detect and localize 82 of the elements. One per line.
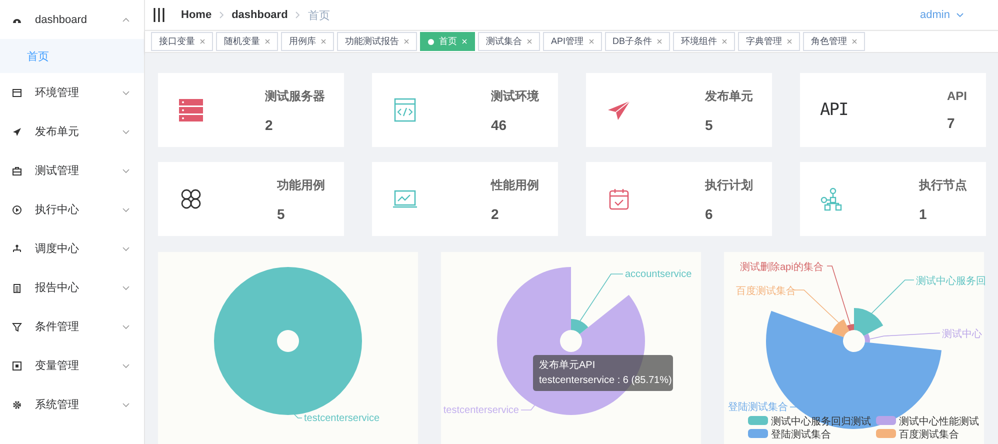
slice-label: accountservice: [625, 269, 692, 280]
menu-item[interactable]: 发布单元: [0, 112, 144, 151]
slice-label: 百度测试集合: [736, 286, 796, 297]
briefcase-icon: [12, 166, 22, 176]
menu-item[interactable]: 执行中心: [0, 190, 144, 229]
clipboard-icon: [12, 282, 22, 292]
close-icon: [404, 39, 409, 44]
slice-label: testcenterservice: [443, 405, 519, 416]
stat-value: 1: [919, 206, 928, 222]
play-icon: [12, 204, 22, 214]
hierarchy-icon: [12, 244, 22, 254]
menu-item[interactable]: 变量管理: [0, 346, 144, 385]
leader-line: [870, 280, 914, 314]
close-icon: [787, 39, 792, 44]
menu-item[interactable]: 报告中心: [0, 268, 144, 307]
menu-item[interactable]: 系统管理: [0, 385, 144, 424]
close-icon: [321, 39, 326, 44]
tab[interactable]: 字典管理: [738, 32, 800, 51]
stat-title: 性能用例: [491, 176, 539, 194]
leader-line: [580, 274, 624, 322]
menu-item[interactable]: 调度中心: [0, 229, 144, 268]
close-icon: [265, 39, 270, 44]
tab[interactable]: 环境组件: [673, 32, 736, 51]
slice-label: 测试中心: [942, 329, 982, 340]
breadcrumb-item[interactable]: dashboard: [232, 9, 288, 21]
legend-label: 百度测试集合: [899, 430, 959, 440]
slice-label: testcenterservice: [304, 413, 380, 424]
breadcrumb-item: 首页: [308, 8, 330, 22]
stat-title: 执行节点: [919, 176, 967, 194]
close-icon: [527, 39, 532, 44]
api-icon: API: [820, 100, 848, 120]
tab[interactable]: 测试集合: [478, 32, 540, 51]
paper-plane-icon: [12, 126, 22, 136]
tab[interactable]: API管理: [543, 32, 602, 51]
stat-title: 测试环境: [491, 88, 539, 104]
close-icon: [462, 39, 467, 44]
window-icon: [12, 88, 22, 98]
close-icon: [588, 39, 594, 44]
square-icon: [12, 360, 22, 370]
stat-title: 执行计划: [705, 176, 753, 194]
breadcrumb-item[interactable]: Home: [181, 9, 212, 21]
legend-label: 登陆测试集合: [771, 430, 831, 440]
stat-value: 6: [705, 206, 714, 222]
stat-value: 7: [946, 115, 956, 131]
close-icon: [657, 39, 662, 44]
tab[interactable]: 角色管理: [803, 32, 866, 51]
stat-value: 5: [277, 206, 286, 222]
tab[interactable]: 功能测试报告: [337, 32, 417, 51]
chevron-icon: [218, 11, 225, 19]
menu-item[interactable]: 条件管理: [0, 307, 144, 346]
close-icon: [852, 39, 858, 44]
leader-line: [294, 414, 302, 418]
menu-item[interactable]: 测试管理: [0, 151, 144, 190]
close-icon: [200, 39, 205, 44]
leader-line: [870, 332, 940, 340]
stat-value: 46: [491, 116, 508, 132]
menu-item[interactable]: dashboard: [0, 0, 144, 39]
stat-value: 2: [265, 116, 274, 132]
stat-value: 2: [491, 206, 500, 222]
stat-title: 功能用例: [277, 176, 325, 194]
tab[interactable]: DB子条件: [604, 32, 670, 51]
tooltip: 发布单元API testcenterservice : 6 (85.71%): [533, 355, 673, 391]
menu-icon: [153, 8, 165, 22]
tab[interactable]: 接口变量: [151, 32, 213, 51]
legend-label: 测试中心性能测试: [899, 416, 979, 428]
tab[interactable]: 随机变量: [216, 32, 278, 51]
slice-label: 测试删除api的集合: [740, 262, 824, 273]
stat-title: 测试服务器: [265, 88, 325, 104]
stat-title: API: [946, 89, 967, 103]
slice-label: 登陆测试集合: [728, 402, 788, 413]
gear-icon: [12, 400, 22, 410]
menu-item[interactable]: 环境管理: [0, 73, 144, 112]
stat-value: 5: [705, 116, 714, 132]
caret-icon: [956, 12, 964, 18]
slice-label: 测试中心服务回: [916, 276, 986, 287]
stat-title: 发布单元: [705, 88, 753, 104]
filter-icon: [12, 322, 22, 332]
close-icon: [722, 39, 728, 44]
server-icon: [178, 97, 204, 123]
chevron-icon: [294, 11, 301, 19]
code-window-icon: [392, 97, 418, 123]
tab[interactable]: 用例库: [281, 32, 334, 51]
